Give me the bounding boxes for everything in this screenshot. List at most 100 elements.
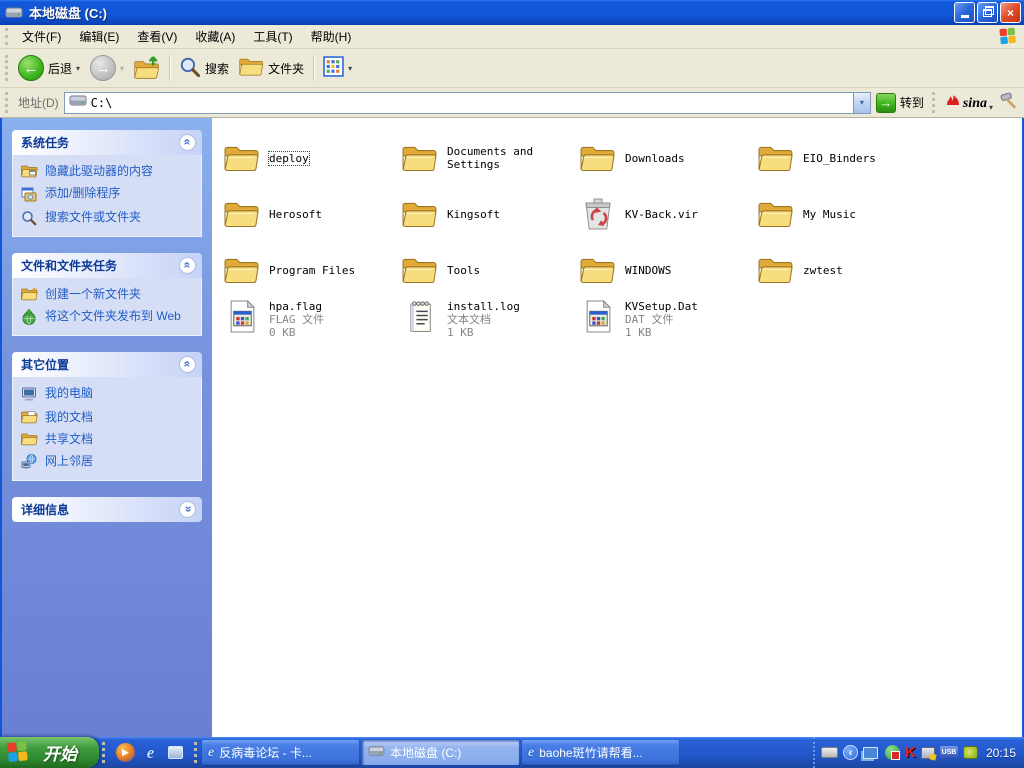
up-folder-icon — [134, 54, 160, 83]
hide-tray-icons-chevron[interactable]: ‹ — [843, 745, 859, 760]
go-button[interactable]: → 转到 — [875, 92, 924, 113]
panel-other-places-header[interactable]: 其它位置 « — [12, 352, 202, 377]
media-player-icon[interactable]: ▶ — [116, 743, 135, 762]
toolbar-grip[interactable] — [5, 54, 10, 82]
task-publish-to-web[interactable]: 将这个文件夹发布到 Web — [21, 309, 197, 325]
folder-icon — [224, 255, 260, 285]
minimize-button[interactable] — [954, 2, 975, 23]
task-button-local-disk-c[interactable]: 本地磁盘 (C:) — [362, 740, 519, 765]
folders-icon — [239, 56, 264, 80]
file-item-zwtest[interactable]: zwtest — [754, 242, 932, 298]
kaspersky-icon[interactable]: K — [905, 744, 916, 761]
explorer-window: 本地磁盘 (C:) × 文件(F) 编辑(E) 查看(V) 收藏(A) 工具(T… — [0, 0, 1024, 768]
menu-tools[interactable]: 工具(T) — [244, 25, 301, 48]
close-button[interactable]: × — [1000, 2, 1021, 23]
collapse-chevron-icon[interactable]: « — [179, 257, 196, 274]
toolbar-grip[interactable] — [931, 92, 937, 113]
usb-device-icon[interactable]: USB — [939, 746, 958, 759]
link-label: 我的文档 — [45, 410, 94, 424]
file-item-eio-binders[interactable]: EIO_Binders — [754, 130, 932, 186]
file-item-documents-and-settings[interactable]: Documents and Settings — [398, 130, 576, 186]
restore-button[interactable] — [977, 2, 998, 23]
antivirus-globe-icon[interactable] — [885, 745, 901, 760]
menu-favorites[interactable]: 收藏(A) — [186, 25, 244, 48]
file-item-windows[interactable]: WINDOWS — [576, 242, 754, 298]
collapse-chevron-icon[interactable]: « — [179, 356, 196, 373]
toolbar-grip[interactable] — [5, 92, 10, 113]
file-grid: deploy Documents and Settings Downloads EIO… — [220, 130, 1022, 354]
start-label: 开始 — [43, 745, 77, 764]
link-my-documents[interactable]: 我的文档 — [21, 410, 197, 424]
file-item-program-files[interactable]: Program Files — [220, 242, 398, 298]
panel-file-folder-tasks-header[interactable]: 文件和文件夹任务 « — [12, 253, 202, 278]
back-button[interactable]: ← 后退 ▾ — [13, 53, 85, 83]
folders-button[interactable]: 文件夹 — [234, 54, 309, 82]
collapse-chevron-icon[interactable]: « — [179, 134, 196, 151]
show-desktop-icon[interactable] — [166, 743, 185, 762]
address-input[interactable]: C:\ ▾ — [63, 91, 871, 114]
taskbar-grip[interactable] — [102, 741, 107, 764]
menu-view[interactable]: 查看(V) — [128, 25, 186, 48]
up-button[interactable] — [129, 52, 165, 85]
expand-chevron-icon[interactable]: « — [179, 501, 196, 518]
restore-icon — [983, 5, 994, 17]
file-name: WINDOWS — [625, 263, 672, 277]
panel-other-places: 其它位置 « 我的电脑 我的文档 共享文档 网上邻居 — [12, 352, 202, 481]
taskbar-grip[interactable] — [194, 741, 199, 764]
menu-bar: 文件(F) 编辑(E) 查看(V) 收藏(A) 工具(T) 帮助(H) — [0, 25, 1024, 49]
sina-toolbar-button[interactable]: sina ▾ — [945, 94, 993, 112]
file-list-area[interactable]: deploy Documents and Settings Downloads EIO… — [212, 118, 1022, 737]
file-size: 1 KB — [625, 326, 652, 339]
task-new-folder[interactable]: 创建一个新文件夹 — [21, 287, 197, 301]
file-item-kv-back-vir[interactable]: KV-Back.vir — [576, 186, 754, 242]
panel-file-folder-tasks: 文件和文件夹任务 « 创建一个新文件夹 将这个文件夹发布到 Web — [12, 253, 202, 336]
task-search-files[interactable]: 搜索文件或文件夹 — [21, 210, 197, 226]
back-dropdown-icon[interactable]: ▾ — [76, 64, 80, 73]
menu-edit[interactable]: 编辑(E) — [70, 25, 128, 48]
forward-button[interactable]: → ▾ — [85, 53, 129, 83]
display-utility-icon[interactable] — [962, 746, 978, 759]
hide-drive-folder-icon — [21, 164, 39, 178]
file-item-kingsoft[interactable]: Kingsoft — [398, 186, 576, 242]
views-button[interactable]: ▾ — [318, 54, 357, 82]
window-title: 本地磁盘 (C:) — [29, 6, 107, 21]
file-item-hpa-flag[interactable]: hpa.flag FLAG 文件 0 KB — [220, 298, 398, 354]
views-dropdown-icon[interactable]: ▾ — [348, 64, 352, 73]
folder-icon — [580, 255, 616, 285]
hammer-icon[interactable] — [998, 92, 1018, 114]
menu-file[interactable]: 文件(F) — [13, 25, 70, 48]
file-item-install-log[interactable]: install.log 文本文档 1 KB — [398, 298, 576, 354]
panel-system-tasks-header[interactable]: 系统任务 « — [12, 130, 202, 155]
task-hide-drive-contents[interactable]: 隐藏此驱动器的内容 — [21, 164, 197, 178]
search-label: 搜索 — [205, 61, 230, 76]
search-button[interactable]: 搜索 — [174, 54, 234, 83]
link-network-places[interactable]: 网上邻居 — [21, 454, 197, 470]
file-type: FLAG 文件 — [269, 313, 325, 326]
file-item-tools[interactable]: Tools — [398, 242, 576, 298]
internet-explorer-icon[interactable]: e — [141, 743, 160, 762]
file-item-my-music[interactable]: My Music — [754, 186, 932, 242]
link-my-computer[interactable]: 我的电脑 — [21, 386, 197, 402]
task-button-baohe-thread[interactable]: e baohe斑竹请帮看... — [522, 740, 679, 765]
network-status-icon[interactable] — [863, 746, 879, 759]
folder-icon — [758, 199, 794, 229]
file-item-deploy[interactable]: deploy — [220, 130, 398, 186]
keyboard-layout-icon[interactable] — [821, 747, 839, 758]
toolbar-grip[interactable] — [5, 28, 10, 45]
address-dropdown-icon[interactable]: ▾ — [852, 92, 870, 113]
file-item-downloads[interactable]: Downloads — [576, 130, 754, 186]
my-computer-icon — [21, 386, 39, 402]
panel-title: 系统任务 — [21, 136, 70, 150]
task-add-remove-programs[interactable]: 添加/删除程序 — [21, 186, 197, 202]
link-label: 网上邻居 — [45, 454, 94, 468]
task-button-antivirus-forum[interactable]: e 反病毒论坛 - 卡... — [202, 740, 359, 765]
sina-dropdown-icon[interactable]: ▾ — [989, 103, 993, 112]
file-item-kvsetup-dat[interactable]: KVSetup.Dat DAT 文件 1 KB — [576, 298, 754, 354]
panel-details-header[interactable]: 详细信息 « — [12, 497, 202, 522]
start-button[interactable]: 开始 — [0, 737, 99, 768]
link-shared-documents[interactable]: 共享文档 — [21, 432, 197, 446]
local-connection-icon[interactable] — [920, 746, 935, 759]
recycle-bin-icon — [580, 197, 616, 231]
menu-help[interactable]: 帮助(H) — [302, 25, 361, 48]
file-item-herosoft[interactable]: Herosoft — [220, 186, 398, 242]
